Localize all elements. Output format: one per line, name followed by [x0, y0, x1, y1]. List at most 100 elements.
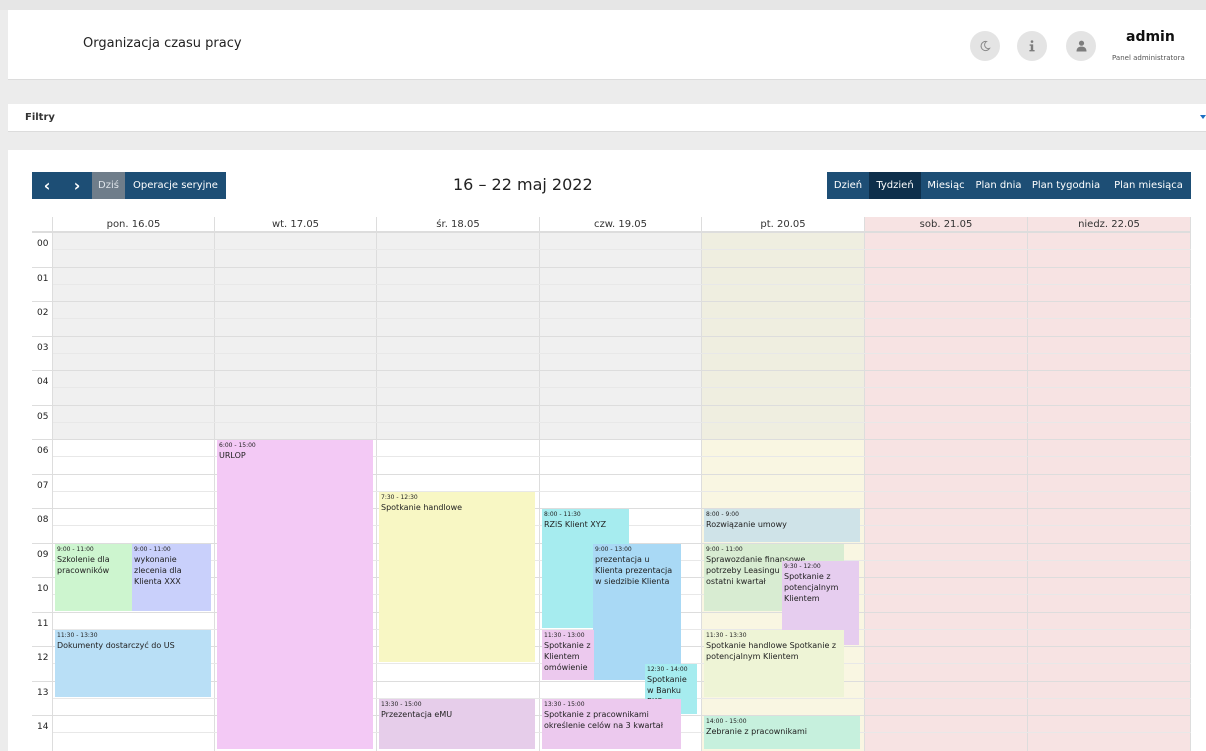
hour-line	[32, 370, 1191, 371]
half-hour-line	[53, 249, 1191, 251]
event-block[interactable]: 13:30 - 15:00 Spotkanie z pracownikami ok…	[542, 698, 681, 749]
event-block[interactable]: 11:30 - 13:00 Spotkanie z Klientem omówie…	[542, 629, 594, 680]
user-role: Panel administratora	[1112, 54, 1185, 62]
event-title: Spotkanie handlowe	[381, 502, 463, 512]
event-time: 11:30 - 13:00	[544, 631, 585, 639]
day-header: wt. 17.05	[215, 217, 377, 232]
event-title: Spotkanie z Klientem omówienie	[544, 640, 591, 672]
event-title: wykonanie zlecenia dla Klienta XXX	[134, 554, 182, 586]
hour-label: 01	[37, 273, 49, 284]
event-block[interactable]: 7:30 - 12:30 Spotkanie handlowe	[379, 491, 535, 663]
filters-panel[interactable]	[8, 104, 1206, 132]
hour-label: 08	[37, 515, 49, 525]
moon-icon	[980, 40, 991, 52]
hour-label: 10	[37, 584, 49, 594]
hour-line	[32, 473, 1191, 475]
view-week-plan-button[interactable]: Plan tygodnia	[1026, 172, 1106, 199]
event-time: 8:00 - 9:00	[706, 511, 739, 518]
event-block[interactable]: 9:00 - 11:00 Szkolenie dla pracowników	[55, 543, 133, 611]
series-operations-button[interactable]: Operacje seryjne	[125, 172, 226, 199]
calendar-title: 16 – 22 maj 2022	[453, 175, 593, 194]
hour-line	[32, 404, 1191, 406]
event-title: Spotkanie handlowe Spotkanie z potencjal…	[706, 640, 837, 661]
event-block[interactable]: 14:00 - 15:00 Zebranie z pracownikami	[704, 716, 860, 749]
hour-line	[32, 266, 1191, 268]
next-button[interactable]: ›	[62, 172, 92, 199]
hour-label: 14	[37, 722, 49, 732]
theme-toggle-button[interactable]	[970, 31, 1000, 61]
event-block[interactable]: 9:00 - 13:00 prezentacja u Klienta prezen…	[593, 543, 681, 680]
half-hour-line	[53, 387, 1191, 389]
view-day-button[interactable]: Dzień	[827, 172, 869, 199]
event-title: Przezentacja eMU	[381, 709, 453, 719]
event-time: 14:00 - 15:00	[706, 718, 747, 725]
event-block[interactable]: 6:00 - 15:00 URLOP	[217, 440, 373, 749]
event-time: 6:00 - 15:00	[219, 442, 256, 449]
view-month-button[interactable]: Miesiąc	[921, 172, 971, 199]
event-block[interactable]: 8:00 - 9:00 Rozwiązanie umowy	[704, 509, 860, 542]
day-header: pon. 16.05	[53, 217, 215, 232]
event-title: Spotkanie z pracownikami określenie celó…	[544, 709, 663, 730]
app-window: Organizacja czasu pracy admin Panel admi…	[0, 0, 1206, 751]
hour-label: 09	[37, 549, 49, 560]
hour-label: 07	[37, 480, 49, 491]
event-title: Dokumenty dostarczyć do US	[57, 640, 175, 650]
info-icon	[1029, 40, 1035, 52]
hour-line	[32, 439, 1191, 440]
event-time: 8:00 - 11:30	[544, 511, 581, 518]
event-time: 9:30 - 12:00	[784, 562, 821, 570]
half-hour-line	[53, 283, 1191, 285]
view-day-plan-button[interactable]: Plan dnia	[971, 172, 1026, 199]
user-icon	[1076, 40, 1086, 52]
user-avatar-button[interactable]	[1066, 31, 1096, 61]
hour-label: 13	[37, 687, 49, 698]
event-title: Rozwiązanie umowy	[706, 520, 787, 529]
hour-label: 05	[37, 411, 49, 422]
half-hour-line	[53, 352, 1191, 354]
event-time: 7:30 - 12:30	[381, 493, 418, 501]
user-name: admin	[1126, 29, 1175, 45]
event-time: 9:00 - 13:00	[595, 545, 632, 553]
hour-label: 04	[37, 377, 49, 387]
hour-label: 11	[37, 618, 49, 629]
prev-button[interactable]: ‹	[32, 172, 62, 199]
event-time: 9:00 - 11:00	[706, 545, 743, 553]
hour-line	[32, 335, 1191, 337]
today-button[interactable]: Dziś	[92, 172, 125, 199]
hour-line	[32, 232, 1191, 233]
navigation-toolbar: ‹ › Dziś Operacje seryjne	[32, 172, 226, 199]
event-block[interactable]: 13:30 - 15:00 Przezentacja eMU	[379, 698, 535, 749]
top-strip	[0, 0, 1206, 10]
view-month-plan-button[interactable]: Plan miesiąca	[1106, 172, 1191, 199]
filters-label: Filtry	[25, 112, 55, 123]
event-time: 13:30 - 15:00	[381, 700, 422, 708]
half-hour-line	[53, 318, 1191, 320]
event-block[interactable]: 9:00 - 11:00 wykonanie zlecenia dla Klien…	[132, 543, 211, 611]
event-title: RZiS Klient XYZ	[544, 520, 607, 529]
view-switcher: Dzień Tydzień Miesiąc Plan dnia Plan tyg…	[827, 172, 1191, 199]
event-time: 9:00 - 11:00	[57, 545, 94, 553]
event-time: 13:30 - 15:00	[544, 700, 585, 708]
event-title: URLOP	[219, 451, 246, 460]
hour-label: 06	[37, 446, 49, 456]
day-header: niedz. 22.05	[1028, 217, 1191, 232]
event-title: Szkolenie dla pracowników	[57, 554, 110, 575]
hour-line	[32, 301, 1191, 302]
view-week-button[interactable]: Tydzień	[869, 172, 921, 199]
week-grid: pon. 16.05 wt. 17.05 śr. 18.05 czw. 19.05 pt…	[32, 217, 1191, 751]
event-time: 9:00 - 11:00	[134, 545, 171, 553]
event-title: Zebranie z pracownikami	[706, 727, 807, 736]
page-title: Organizacja czasu pracy	[83, 36, 242, 51]
hour-label: 00	[37, 239, 49, 249]
hour-label: 12	[37, 653, 49, 663]
day-header: czw. 19.05	[540, 217, 702, 232]
filters-toggle-icon[interactable]	[1200, 115, 1206, 119]
event-time: 12:30 - 14:00	[647, 666, 688, 674]
info-button[interactable]	[1017, 31, 1047, 61]
hour-label: 03	[37, 342, 49, 353]
event-block[interactable]: 11:30 - 13:30 Dokumenty dostarczyć do US	[55, 629, 211, 697]
event-title: Spotkanie z potencjalnym Klientem	[784, 571, 839, 603]
event-time: 11:30 - 13:30	[57, 631, 98, 639]
event-block[interactable]: 11:30 - 13:30 Spotkanie handlowe Spotkani…	[704, 629, 844, 697]
time-gutter-header	[32, 217, 53, 232]
